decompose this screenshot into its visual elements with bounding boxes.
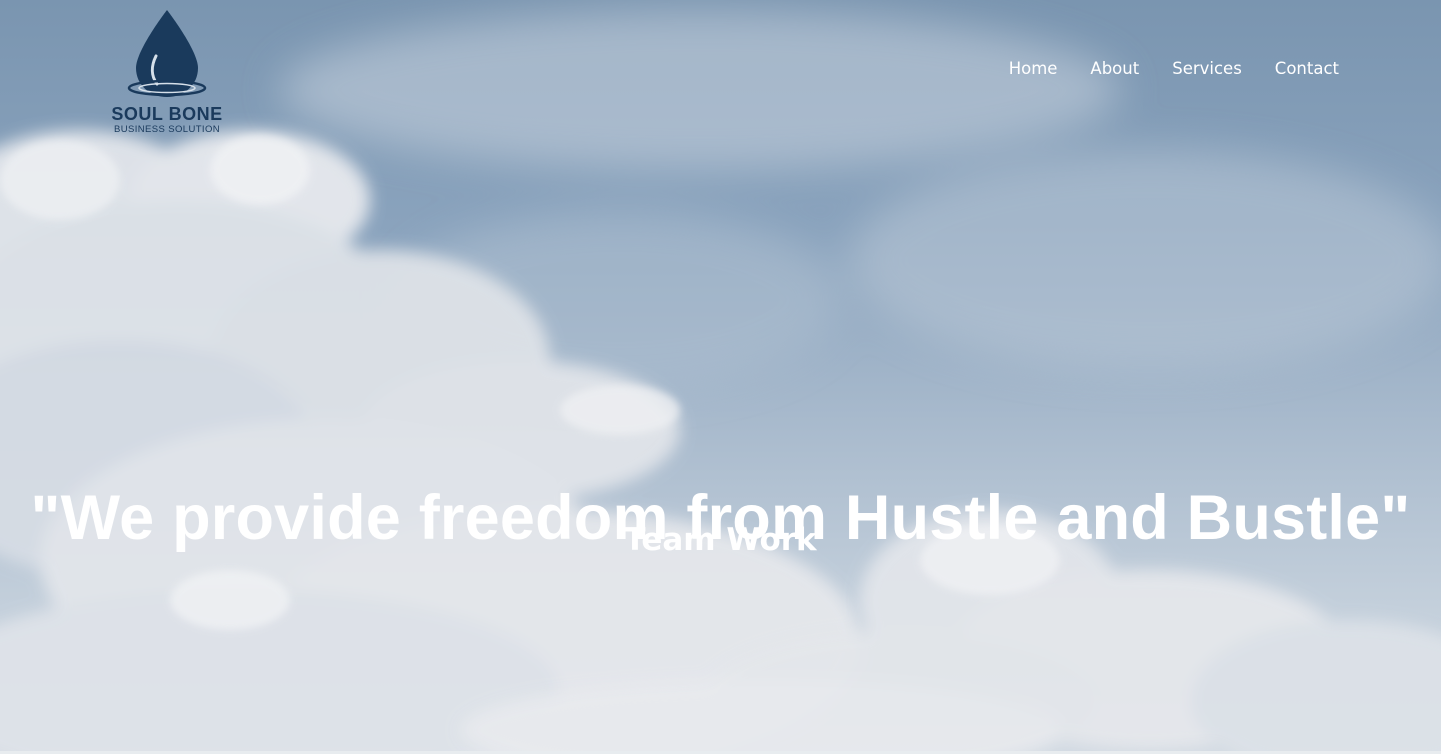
nav-item-about[interactable]: About [1090, 58, 1139, 80]
brand-tagline: BUSINESS SOLUTION [113, 124, 221, 135]
brand-logo[interactable]: SOUL BONE BUSINESS SOLUTION [104, 6, 230, 136]
nav-item-home[interactable]: Home [1009, 58, 1058, 80]
hero-subheadline: Team Work [624, 522, 817, 558]
water-drop-icon [127, 10, 207, 97]
hero-section: SOUL BONE BUSINESS SOLUTION Home About S… [0, 0, 1441, 754]
nav-item-contact[interactable]: Contact [1275, 58, 1339, 80]
brand-name: SOUL BONE [111, 104, 223, 124]
main-nav: Home About Services Contact [1009, 58, 1339, 80]
nav-item-services[interactable]: Services [1172, 58, 1242, 80]
